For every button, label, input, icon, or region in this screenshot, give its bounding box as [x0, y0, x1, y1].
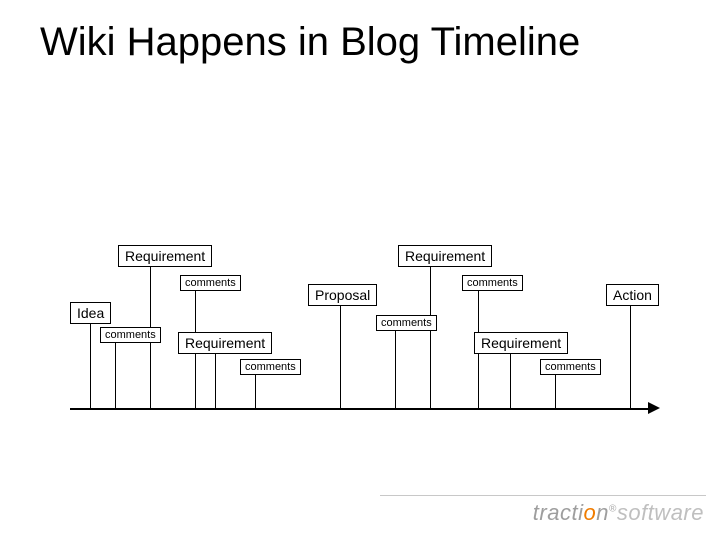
- logo-registered: ®: [609, 504, 617, 515]
- stem-idea-comments: [115, 336, 116, 408]
- box-proposal: Proposal: [308, 284, 377, 306]
- stem-proposal: [340, 294, 341, 408]
- stem-req-top-right: [430, 255, 431, 408]
- box-action: Action: [606, 284, 659, 306]
- footer-rule: [380, 495, 706, 496]
- logo-text-a: tracti: [533, 500, 584, 525]
- box-requirement-top-right: Requirement: [398, 245, 492, 267]
- box-idea: Idea: [70, 302, 111, 324]
- logo-dot: o: [583, 500, 596, 525]
- timeline-axis: [70, 408, 650, 410]
- box-comments-top-right: comments: [462, 275, 523, 291]
- brand-logo: traction®software: [533, 500, 704, 526]
- box-proposal-comments: comments: [376, 315, 437, 331]
- box-idea-comments: comments: [100, 327, 161, 343]
- box-requirement-top-left: Requirement: [118, 245, 212, 267]
- logo-text-n: n: [596, 500, 609, 525]
- box-requirement-mid-left-comments: comments: [240, 359, 301, 375]
- box-requirement-mid-right-comments: comments: [540, 359, 601, 375]
- timeline-arrowhead: [648, 402, 660, 414]
- stem-proposal-comments: [395, 324, 396, 408]
- box-requirement-mid-left: Requirement: [178, 332, 272, 354]
- stem-idea: [90, 312, 91, 408]
- timeline-diagram: Requirement comments Requirement comment…: [0, 0, 720, 540]
- box-requirement-mid-right: Requirement: [474, 332, 568, 354]
- box-comments-top-left: comments: [180, 275, 241, 291]
- stem-action: [630, 294, 631, 408]
- logo-text-b: software: [617, 500, 704, 525]
